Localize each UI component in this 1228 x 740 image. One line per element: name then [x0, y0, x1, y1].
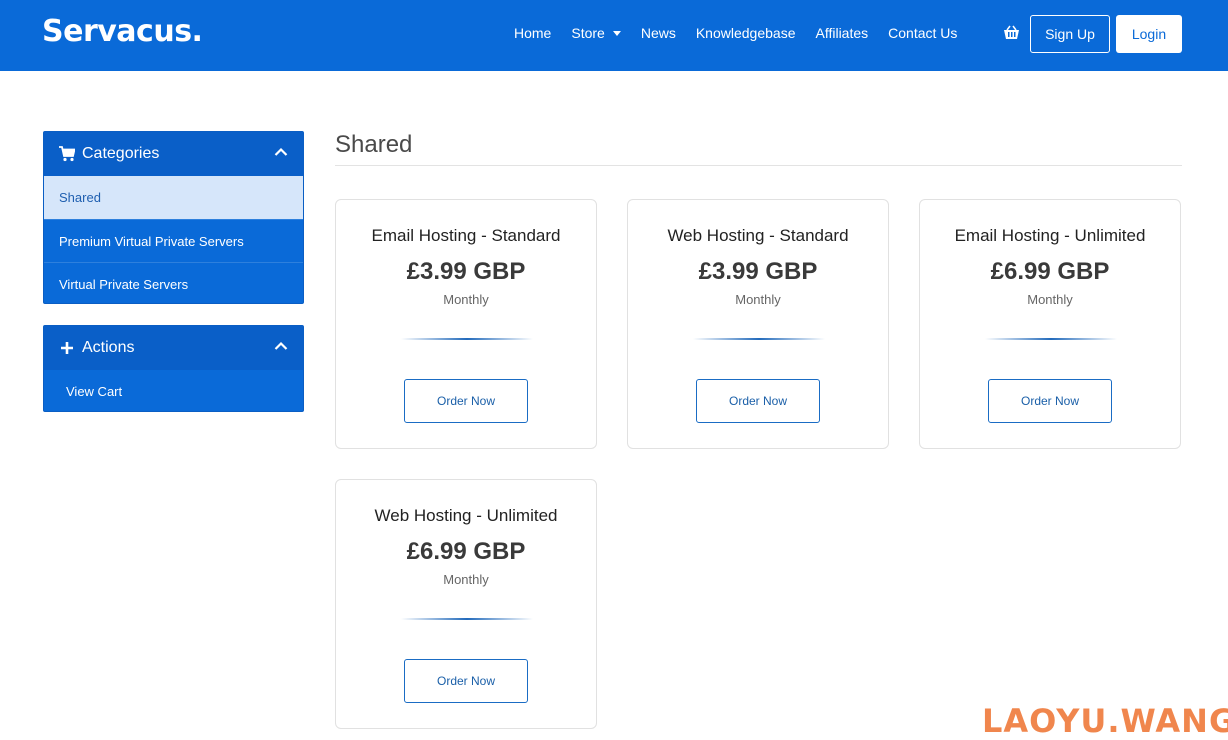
nav-affiliates[interactable]: Affiliates — [815, 25, 868, 41]
product-name: Email Hosting - Unlimited — [954, 226, 1146, 245]
actions-title: Actions — [82, 339, 135, 356]
title-divider — [335, 165, 1182, 166]
billing-cycle: Monthly — [1027, 292, 1073, 307]
product-price: £6.99 GBP — [990, 258, 1110, 285]
cart-icon — [59, 146, 75, 162]
order-now-button[interactable]: Order Now — [988, 379, 1112, 423]
order-now-button[interactable]: Order Now — [696, 379, 820, 423]
product-price: £6.99 GBP — [406, 538, 526, 565]
sidebar-item-premium-vps[interactable]: Premium Virtual Private Servers — [44, 219, 303, 262]
nav-contact-us[interactable]: Contact Us — [888, 25, 957, 41]
watermark: LAOYU.WANG — [982, 702, 1228, 740]
product-card: Email Hosting - Unlimited £6.99 GBP Mont… — [919, 199, 1181, 449]
plus-icon — [61, 342, 73, 354]
product-card: Web Hosting - Standard £3.99 GBP Monthly… — [627, 199, 889, 449]
nav-store-label: Store — [571, 25, 605, 41]
card-divider — [693, 338, 825, 340]
card-divider — [401, 338, 533, 340]
login-button[interactable]: Login — [1116, 15, 1182, 53]
top-navbar: Servacus. Home Store News Knowledgebase … — [0, 0, 1228, 71]
basket-icon[interactable] — [1003, 25, 1020, 40]
product-name: Email Hosting - Standard — [371, 226, 561, 245]
sidebar-item-view-cart[interactable]: View Cart — [44, 370, 303, 413]
categories-panel: Categories Shared Premium Virtual Privat… — [43, 131, 304, 304]
billing-cycle: Monthly — [443, 572, 489, 587]
sidebar-item-vps[interactable]: Virtual Private Servers — [44, 262, 303, 305]
nav-home[interactable]: Home — [514, 25, 551, 41]
categories-panel-header[interactable]: Categories — [44, 132, 303, 176]
product-card: Web Hosting - Unlimited £6.99 GBP Monthl… — [335, 479, 597, 729]
page-title: Shared — [335, 131, 413, 158]
sign-up-button[interactable]: Sign Up — [1030, 15, 1110, 53]
chevron-down-icon — [612, 30, 621, 36]
main-nav: Home Store News Knowledgebase Affiliates… — [514, 25, 977, 41]
product-price: £3.99 GBP — [406, 258, 526, 285]
actions-panel-header[interactable]: Actions — [44, 326, 303, 370]
nav-store[interactable]: Store — [571, 25, 621, 41]
nav-knowledgebase[interactable]: Knowledgebase — [696, 25, 796, 41]
site-logo[interactable]: Servacus. — [42, 14, 203, 49]
sidebar-item-shared[interactable]: Shared — [44, 176, 303, 219]
categories-title: Categories — [82, 145, 160, 162]
chevron-up-icon[interactable] — [274, 147, 288, 157]
actions-panel: Actions View Cart — [43, 325, 304, 412]
card-divider — [985, 338, 1117, 340]
product-card: Email Hosting - Standard £3.99 GBP Month… — [335, 199, 597, 449]
chevron-up-icon[interactable] — [274, 341, 288, 351]
billing-cycle: Monthly — [443, 292, 489, 307]
product-name: Web Hosting - Standard — [667, 226, 849, 245]
product-name: Web Hosting - Unlimited — [374, 506, 558, 525]
billing-cycle: Monthly — [735, 292, 781, 307]
order-now-button[interactable]: Order Now — [404, 379, 528, 423]
order-now-button[interactable]: Order Now — [404, 659, 528, 703]
card-divider — [401, 618, 533, 620]
nav-news[interactable]: News — [641, 25, 676, 41]
product-price: £3.99 GBP — [698, 258, 818, 285]
